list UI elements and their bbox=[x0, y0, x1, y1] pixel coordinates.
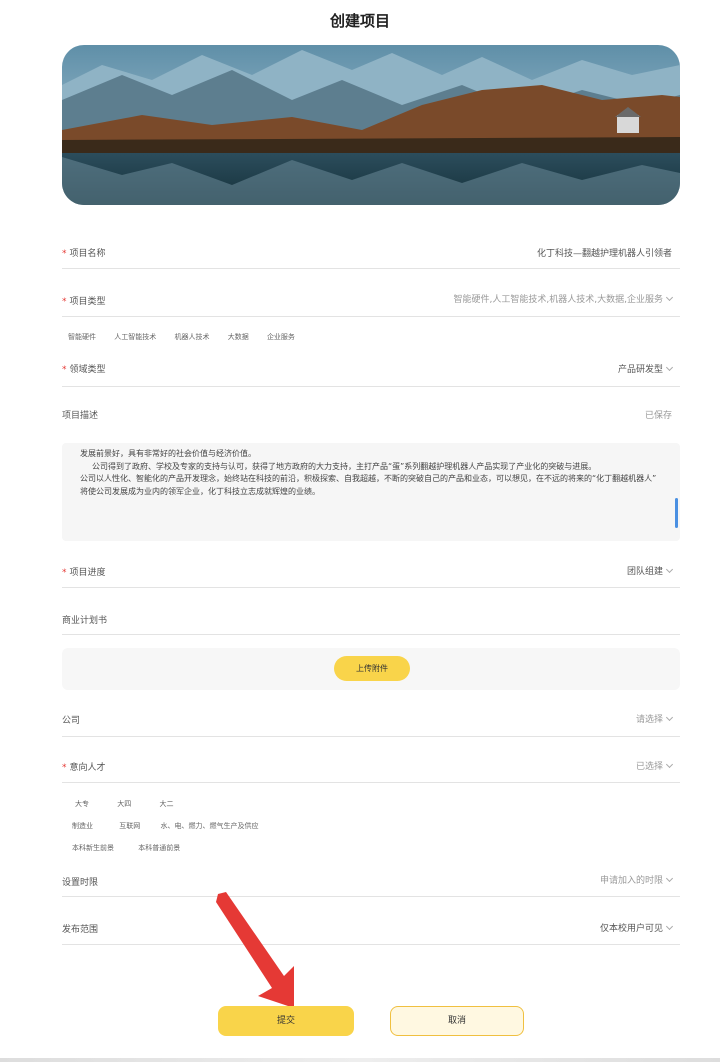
scope-row[interactable]: 发布范围 仅本校用户可见 bbox=[62, 914, 680, 945]
talent-tags-row: 本科新生前景 本科普通前景 bbox=[72, 843, 196, 853]
description-textarea[interactable]: 发展前景好，具有非常好的社会价值与经济价值。 公司得到了政府、学校及专家的支持与… bbox=[62, 443, 680, 541]
project-name-label: 项目名称 bbox=[69, 249, 106, 259]
tag: 机器人技术 bbox=[174, 333, 210, 341]
tag: 制造业 bbox=[72, 822, 93, 830]
scope-label: 发布范围 bbox=[62, 925, 99, 935]
talent-label: 意向人才 bbox=[69, 763, 106, 773]
chevron-down-icon bbox=[665, 922, 674, 931]
chevron-down-icon bbox=[665, 874, 674, 883]
project-type-value: 智能硬件,人工智能技术,机器人技术,大数据,企业服务 bbox=[453, 295, 663, 305]
domain-type-label: 领域类型 bbox=[69, 365, 106, 375]
chevron-down-icon bbox=[665, 713, 674, 722]
project-type-tags: 智能硬件 人工智能技术 机器人技术 大数据 企业服务 bbox=[68, 332, 311, 342]
deadline-label: 设置时限 bbox=[62, 878, 99, 888]
cancel-button[interactable]: 取消 bbox=[390, 1006, 524, 1036]
tag: 互联网 bbox=[119, 822, 141, 830]
domain-type-row[interactable]: * 领域类型 产品研发型 bbox=[62, 356, 680, 387]
progress-value: 团队组建 bbox=[626, 567, 663, 577]
description-label: 项目描述 bbox=[62, 411, 99, 421]
upload-area: 上传附件 bbox=[62, 648, 680, 690]
description-line: 公司得到了政府、学校及专家的支持与认可，获得了地方政府的大力支持，主打产品“蛋”… bbox=[92, 461, 597, 471]
progress-row[interactable]: * 项目进度 团队组建 bbox=[62, 557, 680, 588]
tag: 大数据 bbox=[227, 333, 249, 341]
business-plan-row: 商业计划书 bbox=[62, 604, 680, 635]
scrollbar[interactable] bbox=[675, 498, 678, 528]
description-line: 将使公司发展成为业内的领军企业，化丁科技立志成就辉煌的业绩。 bbox=[80, 486, 320, 496]
description-row: 项目描述 已保存 bbox=[62, 402, 680, 432]
description-line: 公司以人性化、智能化的产品开发理念，始终站在科技的前沿，积极探索、自我超越，不断… bbox=[80, 474, 657, 483]
tag: 大二 bbox=[159, 800, 174, 808]
create-project-page: 创建项目 * 项目名称 化丁科技—翻越护理机器人引领者 * 项目类型 智能硬件,… bbox=[0, 0, 720, 1062]
submit-button[interactable]: 提交 bbox=[218, 1006, 354, 1036]
description-line: 发展前景好，具有非常好的社会价值与经济价值。 bbox=[80, 449, 256, 458]
talent-row[interactable]: * 意向人才 已选择 bbox=[62, 752, 680, 783]
deadline-value: 申请加入的时限 bbox=[599, 876, 663, 886]
tag: 企业服务 bbox=[266, 333, 295, 341]
chevron-down-icon bbox=[665, 363, 674, 372]
talent-tags-row: 大专 大四 大二 bbox=[75, 799, 189, 809]
company-row[interactable]: 公司 请选择 bbox=[62, 704, 680, 737]
chevron-down-icon bbox=[665, 760, 674, 769]
bottom-divider bbox=[0, 1058, 720, 1062]
banner-image bbox=[62, 45, 680, 205]
company-label: 公司 bbox=[62, 716, 81, 726]
project-name-row[interactable]: * 项目名称 化丁科技—翻越护理机器人引领者 bbox=[62, 238, 680, 269]
domain-type-value: 产品研发型 bbox=[617, 365, 663, 375]
tag: 大四 bbox=[117, 800, 132, 808]
talent-value: 已选择 bbox=[635, 762, 663, 772]
chevron-down-icon bbox=[665, 565, 674, 574]
annotation-arrow-icon bbox=[216, 892, 294, 1008]
deadline-row[interactable]: 设置时限 申请加入的时限 bbox=[62, 866, 680, 897]
business-plan-label: 商业计划书 bbox=[62, 616, 108, 626]
tag: 水、电、燃力、燃气生产及供应 bbox=[160, 822, 259, 830]
scope-value: 仅本校用户可见 bbox=[599, 924, 663, 934]
page-title: 创建项目 bbox=[329, 12, 390, 30]
project-name-value[interactable]: 化丁科技—翻越护理机器人引领者 bbox=[537, 246, 672, 259]
chevron-down-icon bbox=[665, 293, 674, 302]
project-type-row[interactable]: * 项目类型 智能硬件,人工智能技术,机器人技术,大数据,企业服务 bbox=[62, 286, 680, 317]
upload-attachment-button[interactable]: 上传附件 bbox=[334, 656, 410, 681]
tag: 本科普通前景 bbox=[138, 844, 181, 852]
tag: 智能硬件 bbox=[68, 333, 96, 341]
description-status: 已保存 bbox=[644, 411, 672, 421]
company-value: 请选择 bbox=[635, 715, 663, 725]
project-type-label: 项目类型 bbox=[69, 297, 106, 307]
tag: 大专 bbox=[75, 800, 89, 808]
tag: 人工智能技术 bbox=[114, 333, 157, 341]
tag: 本科新生前景 bbox=[72, 844, 114, 852]
progress-label: 项目进度 bbox=[69, 568, 106, 578]
talent-tags-row: 制造业 互联网 水、电、燃力、燃气生产及供应 bbox=[72, 821, 274, 831]
